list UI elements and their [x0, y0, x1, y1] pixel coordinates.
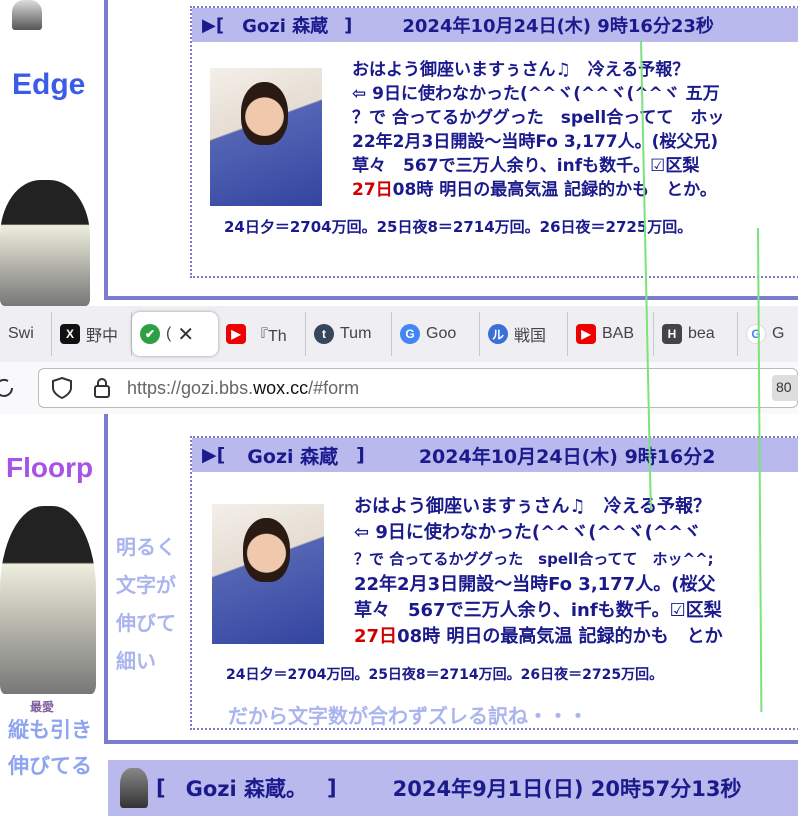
floorp-label: Floorp: [6, 452, 94, 483]
post-header-edge: ▶[ Gozi 森蔵 ] 2024年10月24日(木) 9時16分23秒: [192, 8, 798, 42]
tab-x[interactable]: X 野中: [52, 312, 132, 356]
post-body-edge: おはよう御座いますぅさん♫ 冷える予報？ ⇦ 9日に使わなかった(^^ヾ(^^ヾ…: [352, 60, 725, 200]
reload-icon[interactable]: [0, 375, 18, 401]
top-avatar-image: [12, 0, 42, 30]
post-header-next: [ Gozi 森蔵。 ] 2024年9月1日(日) 20時57分13秒: [108, 760, 798, 816]
post-stats-floorp: 24日夕＝2704万回。25日夜8＝2714万回。26日夜＝2725万回。: [226, 667, 664, 683]
post-stats-edge: 24日夕＝2704万回。25日夜8＝2714万回。26日夜＝2725万回。: [224, 218, 693, 236]
note-bottom: だから文字数が合わずズレる訳ね・・・: [228, 704, 588, 728]
check-icon: ✔: [140, 324, 160, 344]
post-photo: [212, 504, 324, 644]
tab-youtube[interactable]: ▶ 『Th: [218, 312, 306, 356]
post-header-floorp: ▶[ Gozi 森蔵 ] 2024年10月24日(木) 9時16分2: [192, 438, 798, 472]
post-photo: [210, 68, 322, 206]
youtube-icon: ▶: [576, 324, 596, 344]
x-icon: X: [60, 324, 80, 344]
post-author[interactable]: Gozi 森蔵: [242, 12, 328, 38]
shield-icon[interactable]: [51, 376, 73, 400]
tab-tumblr[interactable]: t Tum: [306, 312, 392, 356]
post-datetime: 2024年10月24日(木) 9時16分2: [418, 445, 716, 468]
google-icon: G: [746, 324, 766, 344]
tab-bea[interactable]: Hbea: [654, 312, 738, 356]
post-author[interactable]: Gozi 森蔵: [247, 442, 338, 469]
google-icon: G: [400, 324, 420, 344]
tab-google[interactable]: G Goo: [392, 312, 480, 356]
post-frame-floorp: ▶[ Gozi 森蔵 ] 2024年10月24日(木) 9時16分2 おはよう御…: [190, 436, 798, 730]
post-frame-edge: ▶[ Gozi 森蔵 ] 2024年10月24日(木) 9時16分23秒 おはよ…: [190, 6, 798, 278]
tab-switch[interactable]: Swi: [0, 312, 52, 356]
url-bar[interactable]: https://gozi.bbs.wox.cc/#form: [38, 368, 798, 408]
tab-babymetal[interactable]: ▶ BAB: [568, 312, 654, 356]
tumblr-icon: t: [314, 324, 334, 344]
sengoku-icon: ル: [488, 324, 508, 344]
tab-active[interactable]: ✔(✕: [132, 312, 218, 356]
url-text: https://gozi.bbs.wox.cc/#form: [127, 377, 360, 398]
avatar: [120, 768, 148, 808]
note-left: 縦も引き 伸びてる: [8, 718, 92, 778]
edge-label: Edge: [12, 68, 86, 101]
toolbar: https://gozi.bbs.wox.cc/#form 80: [0, 362, 798, 414]
tab-sengoku[interactable]: ル戦国: [480, 312, 568, 356]
note-mid: 明るく 文字が 伸びて 細い: [116, 535, 176, 673]
post-datetime: 2024年10月24日(木) 9時16分23秒: [402, 16, 714, 37]
idol-image-top: [0, 180, 90, 306]
idol-image-bottom: [0, 506, 96, 694]
post-body-floorp: おはよう御座いますぅさん♫ 冷える予報？ ⇦ 9日に使わなかった(^^ヾ(^^ヾ…: [354, 496, 723, 647]
youtube-icon: ▶: [226, 324, 246, 344]
post-datetime: 2024年9月1日(日) 20時57分13秒: [392, 777, 742, 801]
tab-google-2[interactable]: GG: [738, 312, 788, 356]
h-icon: H: [662, 324, 682, 344]
lock-icon[interactable]: [91, 376, 113, 400]
close-tab-icon[interactable]: ✕: [177, 322, 194, 347]
zoom-badge[interactable]: 80: [772, 375, 798, 401]
post-author[interactable]: Gozi 森蔵。: [186, 773, 307, 803]
tab-strip: Swi X 野中 ✔(✕ ▶ 『Th t Tum G Goo ル戦国 ▶ BAB Hbea…: [0, 306, 798, 362]
